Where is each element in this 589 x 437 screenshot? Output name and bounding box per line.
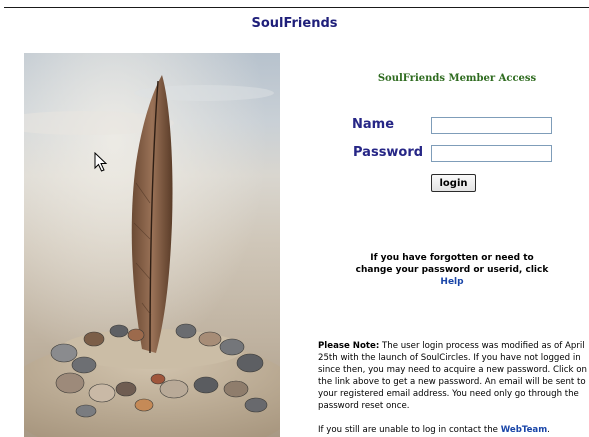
forgot-password-message: If you have forgotten or need to change …: [355, 253, 549, 275]
forgot-password-text: If you have forgotten or need to change …: [352, 252, 552, 288]
contact-message: If you still are unable to log in contac…: [318, 425, 498, 435]
member-access-heading: SoulFriends Member Access: [377, 73, 537, 84]
contact-text: If you still are unable to log in contac…: [318, 425, 589, 436]
note-lead: Please Note:: [318, 341, 380, 351]
login-button[interactable]: login: [431, 174, 476, 192]
feather-photo: [24, 53, 280, 437]
password-input[interactable]: [431, 145, 552, 162]
password-label: Password: [353, 145, 424, 160]
site-title: SoulFriends: [251, 16, 338, 31]
note-body: The user login process was modified as o…: [318, 341, 587, 411]
name-label: Name: [352, 117, 395, 132]
name-input[interactable]: [431, 117, 552, 134]
webteam-link[interactable]: WebTeam: [501, 425, 547, 435]
help-link[interactable]: Help: [440, 277, 463, 287]
contact-suffix: .: [547, 425, 550, 435]
top-divider: [4, 7, 589, 8]
login-change-note: Please Note: The user login process was …: [318, 340, 589, 412]
mouse-cursor-icon: [94, 152, 108, 172]
